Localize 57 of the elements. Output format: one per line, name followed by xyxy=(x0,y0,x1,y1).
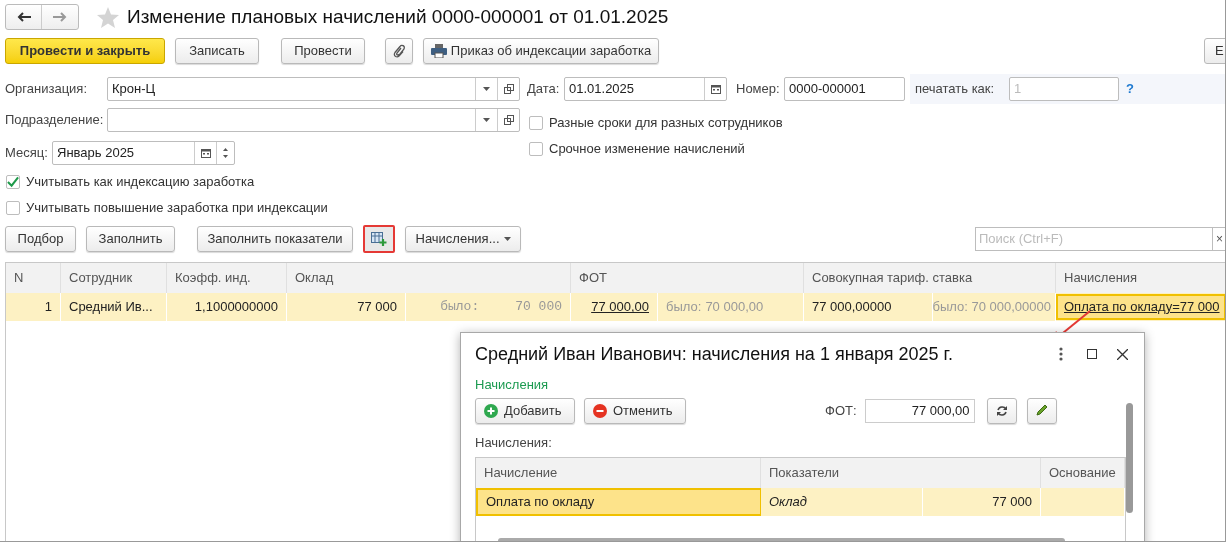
field-label: Подразделение: xyxy=(5,111,105,130)
previous-label: было: xyxy=(440,298,480,317)
table-cell: 1 xyxy=(6,293,61,321)
search-field[interactable]: Поиск (Ctrl+F) × xyxy=(975,227,1225,251)
toolbar-button[interactable]: Е xyxy=(1204,38,1225,64)
table-cell: 77 000,00000 xyxy=(804,293,933,321)
table-button[interactable]: Заполнить xyxy=(86,226,175,252)
number-field[interactable]: 0000-000001 xyxy=(784,77,905,101)
field-label: Дата: xyxy=(527,80,561,99)
column-header[interactable]: N xyxy=(6,263,61,293)
toolbar-button[interactable]: Записать xyxy=(175,38,259,64)
field-label: ФОТ: xyxy=(825,401,857,420)
toolbar-button[interactable]: Провести xyxy=(281,38,365,64)
table-label: Начисления: xyxy=(475,433,553,452)
column-header[interactable]: Основание xyxy=(1041,458,1125,488)
cancel-button[interactable]: Отменить xyxy=(584,397,686,424)
column-header[interactable]: Совокупная тариф. ставка xyxy=(804,263,1056,293)
column-header[interactable]: Показатели xyxy=(761,458,1041,488)
checkbox-label: Учитывать повышение заработка при индексации xyxy=(26,199,328,218)
field-label: печатать как: xyxy=(915,80,996,99)
previous-value: 70 000,00 xyxy=(705,298,764,317)
field-label: Месяц: xyxy=(5,144,49,163)
checkbox-label: Разные сроки для разных сотрудников xyxy=(549,114,783,133)
group-title: Начисления xyxy=(475,376,550,394)
clear-search-button[interactable]: × xyxy=(1212,228,1225,250)
field-label: Номер: xyxy=(736,80,781,99)
organization-field[interactable]: Крон-Ц xyxy=(107,77,520,101)
column-header[interactable]: Оклад xyxy=(287,263,571,293)
accruals-menu-button[interactable]: Начисления... xyxy=(405,226,521,252)
dialog-title: Средний Иван Иванович: начисления на 1 января 2025 г. xyxy=(475,342,954,366)
window-title: Изменение плановых начислений 0000-000001 от 01.01.2025 xyxy=(127,4,669,29)
checkbox-label: Срочное изменение начислений xyxy=(549,140,745,159)
column-header[interactable]: ФОТ xyxy=(571,263,804,293)
column-header[interactable]: Начисление xyxy=(476,458,761,488)
column-header[interactable]: Сотрудник xyxy=(61,263,167,293)
previous-label: было: xyxy=(666,298,702,317)
checkbox-label: Учитывать как индексацию заработка xyxy=(26,173,255,192)
column-header[interactable]: Коэфф. инд. xyxy=(167,263,287,293)
field-label: Организация: xyxy=(5,80,89,99)
fot-field[interactable]: 77 000,00 xyxy=(864,398,975,423)
add-button[interactable]: Добавить xyxy=(475,397,575,424)
month-field[interactable]: Январь 2025 xyxy=(52,141,235,165)
table-cell: Оплата по окладу xyxy=(476,488,761,516)
column-header[interactable]: Начисления xyxy=(1056,263,1225,293)
date-field[interactable]: 01.01.2025 xyxy=(564,77,727,101)
table-cell: 1,1000000000 xyxy=(167,293,287,321)
table-button[interactable]: Подбор xyxy=(5,226,76,252)
table-cell: Средний Ив... xyxy=(61,293,167,321)
table-cell: 77 000 xyxy=(923,488,1041,516)
print-order-button[interactable]: Приказ об индексации заработка xyxy=(423,38,659,64)
table-cell: Оклад xyxy=(761,488,923,516)
help-link[interactable]: ? xyxy=(1126,79,1134,99)
post-and-close-button[interactable]: Провести и закрыть xyxy=(5,38,165,64)
table-cell: было: 70 000,00000 xyxy=(933,293,1056,321)
table-button[interactable]: Заполнить показатели xyxy=(197,226,353,252)
table-cell: 77 000 xyxy=(287,293,406,321)
previous-value: 70 000 xyxy=(515,298,562,317)
